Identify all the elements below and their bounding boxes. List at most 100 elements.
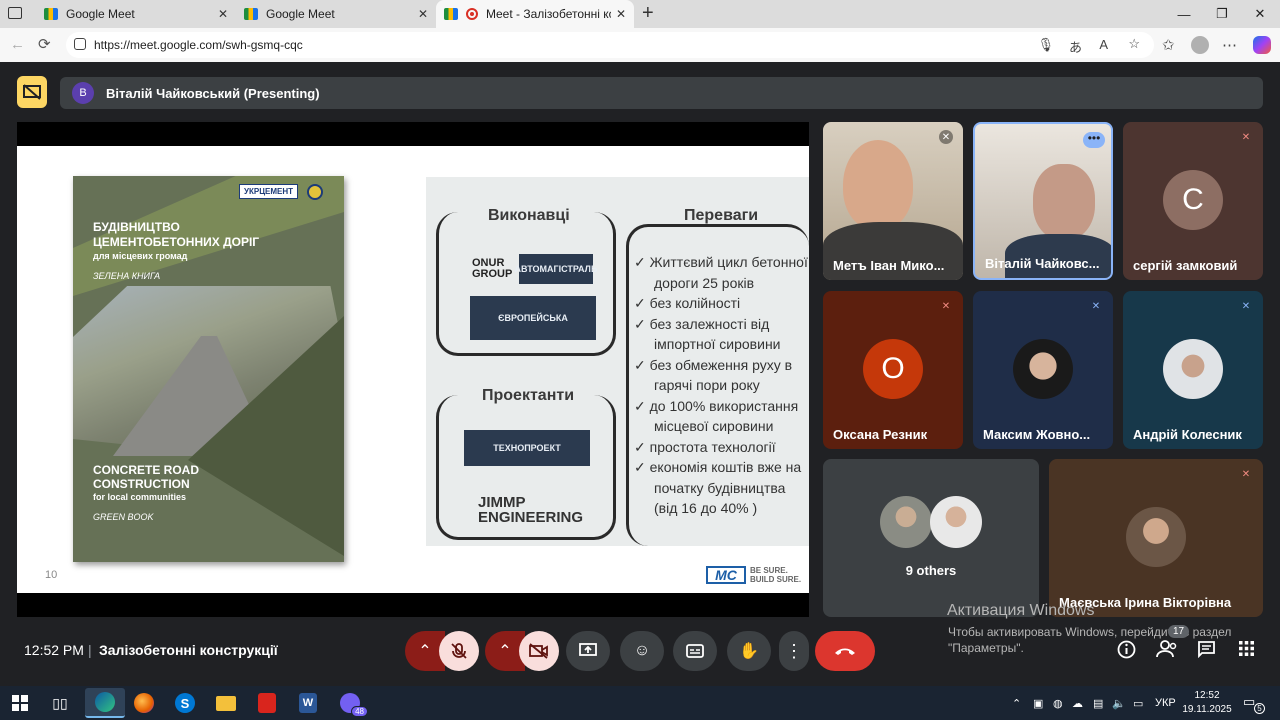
word-icon: W <box>299 693 317 713</box>
new-tab-button[interactable]: + <box>642 2 654 25</box>
firefox-taskbar-icon[interactable] <box>130 689 158 717</box>
taskbar-clock[interactable]: 12:52 19.11.2025 <box>1182 689 1232 717</box>
participant-video <box>843 140 913 230</box>
favorites-icon[interactable]: ✩ <box>1162 36 1175 54</box>
participant-tile[interactable]: ✕ Метъ Іван Мико... <box>823 122 963 280</box>
tab-meet-active[interactable]: Meet - Залізобетонні констр ✕ <box>436 0 634 28</box>
contractors-header: Виконавці <box>488 207 570 224</box>
mic-off-icon <box>451 643 467 659</box>
advantages-list: ✓ Життєвий цикл бетонної дороги 25 років… <box>634 252 808 519</box>
chat-icon <box>1198 641 1215 659</box>
task-view-button[interactable]: ▯▯ <box>46 689 74 717</box>
tray-overflow-icon[interactable]: ⌃ <box>1012 697 1021 710</box>
participant-tile[interactable]: ✕ Маєвська Ірина Вікторівна <box>1049 459 1263 617</box>
close-tab-icon[interactable]: ✕ <box>616 7 626 21</box>
file-explorer-taskbar-icon[interactable] <box>212 689 240 717</box>
recording-icon <box>466 8 478 20</box>
camera-toggle-button[interactable] <box>519 631 559 671</box>
meeting-details-button[interactable] <box>1117 640 1136 664</box>
advantage-line: дороги 25 років <box>654 274 755 291</box>
raise-hand-button[interactable]: ✋ <box>727 631 771 671</box>
leave-call-button[interactable] <box>815 631 875 671</box>
presenter-avatar: В <box>72 82 94 104</box>
start-button[interactable] <box>6 689 34 717</box>
read-aloud-icon[interactable]: A <box>1099 37 1108 52</box>
chat-button[interactable] <box>1197 640 1216 663</box>
stop-presenting-icon[interactable] <box>17 76 47 108</box>
mic-toggle-button[interactable] <box>439 631 479 671</box>
onedrive-icon[interactable]: ☁ <box>1072 697 1083 710</box>
reactions-button[interactable]: ☺ <box>620 631 664 671</box>
book-subtitle-ua: для місцевих громад <box>93 251 188 261</box>
network-icon[interactable]: ▭ <box>1133 697 1143 710</box>
info-icon <box>1117 640 1136 659</box>
book-series-en: GREEN BOOK <box>93 512 154 522</box>
mc-logo-mark: MC <box>706 566 746 584</box>
profile-avatar[interactable] <box>1191 36 1209 54</box>
windows-activation-title: Активация Windows <box>947 602 1095 619</box>
tray-app-icon[interactable]: ▤ <box>1093 697 1103 710</box>
url-input[interactable]: https://meet.google.com/swh-gsmq-cqc 🎙 あ… <box>66 32 1154 58</box>
participant-name: Максим Жовно... <box>983 427 1091 442</box>
hand-icon: ✋ <box>739 643 759 660</box>
advantage-line: гарячі пори року <box>654 377 760 393</box>
people-button[interactable] <box>1156 640 1178 663</box>
favorite-star-icon[interactable]: ☆ <box>1128 36 1140 52</box>
advantage-line: місцевої сировини <box>654 418 774 434</box>
copilot-icon[interactable] <box>1253 36 1271 54</box>
meeting-title: Залізобетонні конструкції <box>99 642 278 658</box>
close-tab-icon[interactable]: ✕ <box>218 7 228 21</box>
participant-name: Віталій Чайковс... <box>985 256 1100 271</box>
tab-google-meet-1[interactable]: Google Meet ✕ <box>36 0 236 28</box>
more-options-button[interactable]: ⋮ <box>779 631 809 671</box>
browser-titlebar: Google Meet ✕ Google Meet ✕ Meet - Заліз… <box>0 0 1280 28</box>
notification-center-button[interactable]: ▭ 5 <box>1243 694 1265 714</box>
present-screen-button[interactable] <box>566 631 610 671</box>
viber-taskbar-icon[interactable]: 48 <box>336 689 368 717</box>
volume-icon[interactable]: 🔈 <box>1112 697 1126 710</box>
participant-tile[interactable]: ✕ Максим Жовно... <box>973 291 1113 449</box>
close-tab-icon[interactable]: ✕ <box>418 7 428 21</box>
acrobat-icon <box>258 693 276 713</box>
participant-tile[interactable]: С ✕ сергій замковий <box>1123 122 1263 280</box>
close-window-button[interactable]: ✕ <box>1240 0 1280 28</box>
back-button[interactable]: ← <box>10 36 25 53</box>
maximize-button[interactable]: ❐ <box>1202 0 1242 28</box>
participant-name: Метъ Іван Мико... <box>833 258 945 273</box>
translate-icon[interactable]: あ <box>1069 37 1082 56</box>
jimmp-logo: JIMMP ENGINEERING <box>478 494 584 526</box>
tray-app-icon[interactable]: ▣ <box>1033 697 1043 710</box>
microphone-icon[interactable]: 🎙 <box>1037 37 1054 53</box>
others-tile[interactable]: 9 others <box>823 459 1039 617</box>
tray-app-icon[interactable]: ◍ <box>1053 697 1063 710</box>
advantage-line: ✓ Життєвий цикл бетонної <box>634 254 808 270</box>
captions-button[interactable] <box>673 631 717 671</box>
participant-avatar <box>930 496 982 548</box>
book-subtitle-en: for local communities <box>93 492 187 502</box>
url-text: https://meet.google.com/swh-gsmq-cqc <box>94 38 303 52</box>
google-meet-icon <box>244 8 258 20</box>
minimize-button[interactable]: — <box>1164 0 1204 28</box>
skype-taskbar-icon[interactable]: S <box>171 689 199 717</box>
presenter-bar: В Віталій Чайковський (Presenting) <box>60 77 1263 109</box>
advantage-line: ✓ економія коштів вже на <box>634 459 802 475</box>
designers-header: Проектанти <box>482 387 575 404</box>
acrobat-taskbar-icon[interactable] <box>253 689 281 717</box>
book-title-ua: БУДІВНИЦТВО ЦЕМЕНТОБЕТОННИХ ДОРІГ <box>93 220 260 249</box>
onur-logo: ONUR GROUP <box>472 257 513 280</box>
participant-tile-active[interactable]: ••• Віталій Чайковс... <box>973 122 1113 280</box>
participant-tile[interactable]: ✕ Андрій Колесник <box>1123 291 1263 449</box>
edge-taskbar-icon[interactable] <box>85 688 125 718</box>
tab-google-meet-2[interactable]: Google Meet ✕ <box>236 0 436 28</box>
mic-muted-icon: ✕ <box>939 130 953 144</box>
activities-button[interactable] <box>1238 640 1255 662</box>
site-info-icon[interactable] <box>74 38 86 50</box>
language-indicator[interactable]: УКР <box>1155 697 1176 709</box>
word-taskbar-icon[interactable]: W <box>294 689 322 717</box>
tab-actions-icon[interactable] <box>8 7 22 19</box>
more-options-icon[interactable]: ••• <box>1083 132 1105 148</box>
mic-muted-icon: ✕ <box>941 300 951 312</box>
reload-button[interactable]: ⟳ <box>38 35 51 53</box>
participant-tile[interactable]: О ✕ Оксана Резник <box>823 291 963 449</box>
more-menu-icon[interactable]: ⋯ <box>1222 36 1237 54</box>
